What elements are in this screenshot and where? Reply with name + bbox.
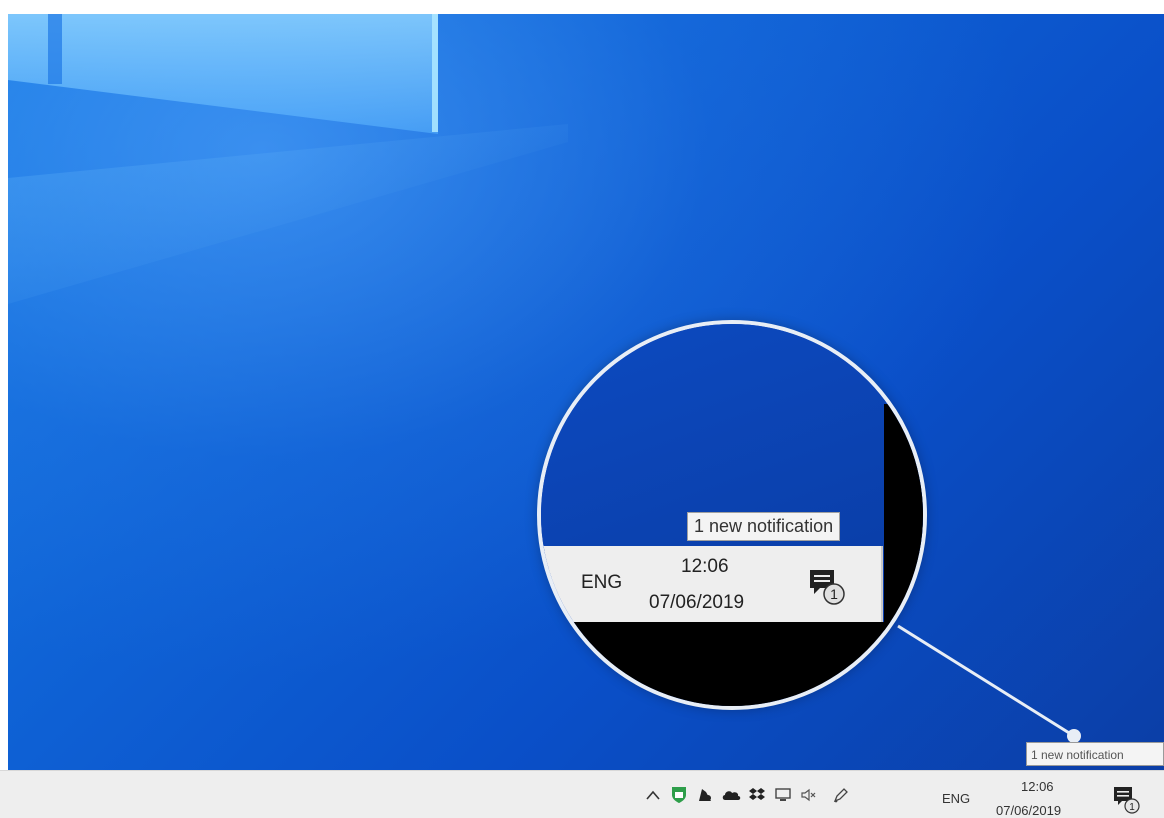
app-icon[interactable] <box>692 771 718 818</box>
magnifier-callout: 1 new notification ENG 12:06 07/06/2019 … <box>537 320 927 710</box>
windows-logo-edge-glow <box>432 14 438 132</box>
onedrive-cloud-icon[interactable] <box>718 771 744 818</box>
action-center-icon[interactable]: 1 <box>1112 785 1140 815</box>
magnified-taskbar: ENG 12:06 07/06/2019 1 <box>541 546 883 622</box>
magnified-action-center-icon: 1 <box>810 570 845 605</box>
system-tray <box>640 771 854 818</box>
security-shield-icon[interactable] <box>666 771 692 818</box>
windows-logo-wallpaper-shape <box>8 14 438 134</box>
notification-tooltip: 1 new notification <box>1026 742 1164 766</box>
wallpaper-light-beam <box>8 124 568 304</box>
pen-icon[interactable] <box>828 771 854 818</box>
network-monitor-icon[interactable] <box>770 771 796 818</box>
magnified-clock-time: 12:06 <box>681 556 729 577</box>
magnified-screen-bezel <box>541 622 923 706</box>
magnified-clock-date: 07/06/2019 <box>649 592 745 613</box>
magnified-notification-tooltip: 1 new notification <box>687 512 841 541</box>
magnified-language-indicator: ENG <box>581 572 623 593</box>
notification-badge: 1 <box>1129 802 1135 813</box>
chevron-up-icon[interactable] <box>640 771 666 818</box>
magnified-notification-badge: 1 <box>830 586 838 602</box>
screenshot: 1 new notification ENG 12:06 07/06/2019 … <box>0 0 1164 818</box>
language-indicator[interactable]: ENG <box>942 791 970 806</box>
taskbar: ENG 12:06 07/06/2019 1 <box>0 770 1164 818</box>
clock-date[interactable]: 07/06/2019 <box>996 803 1061 818</box>
volume-muted-icon[interactable] <box>796 771 822 818</box>
windows-logo-pane-gap <box>48 14 62 84</box>
dropbox-icon[interactable] <box>744 771 770 818</box>
clock-time[interactable]: 12:06 <box>1021 779 1054 794</box>
